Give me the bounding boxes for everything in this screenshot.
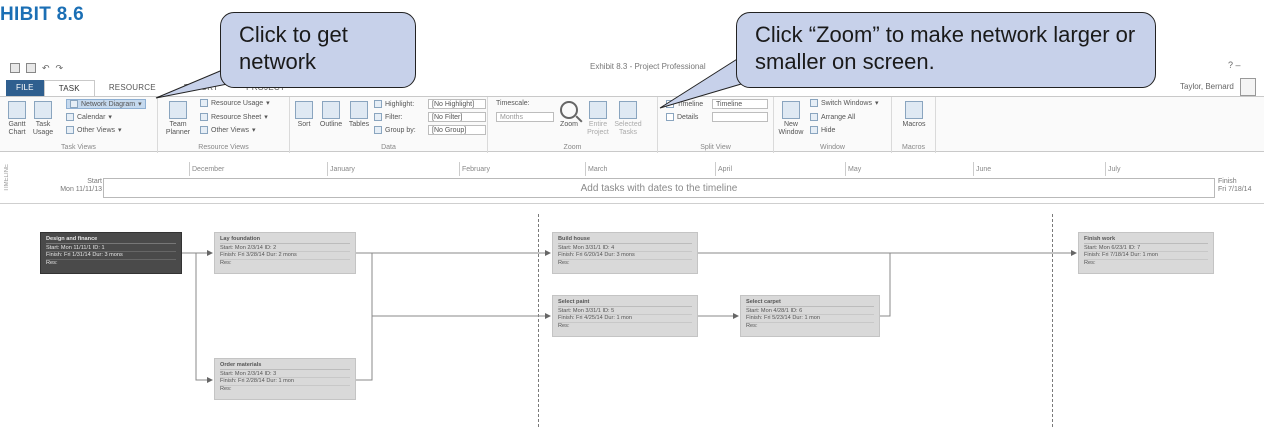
network-callout: Click to get network [220,12,416,88]
zoom-callout: Click “Zoom” to make network larger or s… [736,12,1156,88]
